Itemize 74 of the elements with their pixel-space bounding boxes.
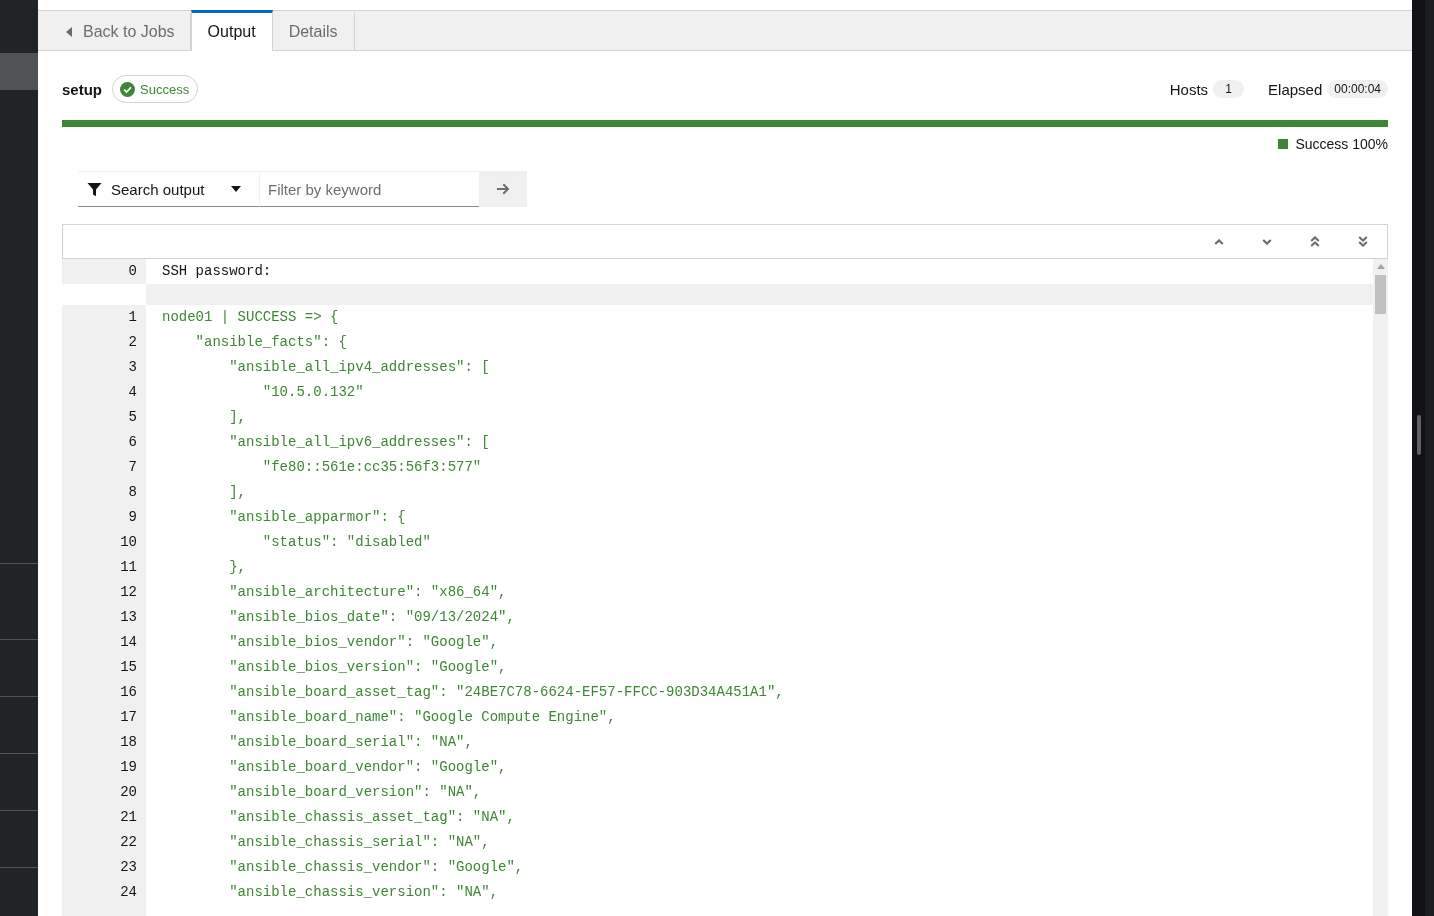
line-number: 13 — [62, 605, 146, 630]
line-number: 15 — [62, 655, 146, 680]
line-number: 0 — [62, 259, 146, 284]
line-number: 19 — [62, 755, 146, 780]
output-line: ], — [228, 408, 247, 427]
output-line: "ansible_chassis_vendor": "Google", — [228, 858, 525, 877]
line-number: 21 — [62, 805, 146, 830]
output-line: "ansible_board_serial": "NA", — [228, 733, 474, 752]
line-number: 4 — [62, 380, 146, 405]
stat-label: Hosts — [1169, 80, 1209, 98]
legend-label: Success 100% — [1295, 136, 1388, 152]
output-line: "ansible_board_name": "Google Compute Engine", — [228, 708, 617, 727]
line-number: 1 — [62, 305, 146, 330]
line-number: 2 — [62, 330, 146, 355]
caret-left-icon — [66, 27, 72, 37]
stat-value-badge: 00:00:04 — [1327, 80, 1388, 98]
window-scrollbar[interactable] — [1412, 0, 1434, 916]
job-name: setup — [62, 80, 102, 98]
output-line: "ansible_facts": { — [194, 333, 348, 352]
line-number: 18 — [62, 730, 146, 755]
tab[interactable]: Output — [190, 10, 273, 51]
output-line: ], — [228, 483, 247, 502]
chevron-up-icon — [1214, 238, 1224, 245]
output-line: "10.5.0.132" — [261, 383, 365, 402]
output-line: "ansible_bios_date": "09/13/2024", — [228, 608, 516, 627]
status-text: Success — [140, 81, 190, 97]
line-number: 23 — [62, 855, 146, 880]
scrollbar-thumb[interactable] — [1375, 275, 1386, 314]
output-line: "ansible_apparmor": { — [228, 508, 407, 527]
line-number: 10 — [62, 530, 146, 555]
line-number: 9 — [62, 505, 146, 530]
output-line: "ansible_architecture": "x86_64", — [228, 583, 508, 602]
line-number: 7 — [62, 455, 146, 480]
line-number: 14 — [62, 630, 146, 655]
line-number: 3 — [62, 355, 146, 380]
line-number: 8 — [62, 480, 146, 505]
keyword-input[interactable]: Filter by keyword — [259, 171, 479, 207]
output-line: "ansible_all_ipv6_addresses": [ — [228, 433, 491, 452]
line-number: 22 — [62, 830, 146, 855]
line-number: 20 — [62, 780, 146, 805]
output-line: SSH password: — [161, 262, 273, 281]
output-line: "ansible_all_ipv4_addresses": [ — [228, 358, 491, 377]
double-chevron-down-icon — [1358, 236, 1368, 247]
caret-down-icon — [231, 186, 241, 192]
line-number: 17 — [62, 705, 146, 730]
output-line: "ansible_bios_vendor": "Google", — [228, 633, 500, 652]
output-line: "status": "disabled" — [261, 533, 432, 552]
filter-icon — [87, 181, 102, 197]
output-line: "ansible_bios_version": "Google", — [228, 658, 508, 677]
arrow-right-icon — [496, 183, 510, 195]
output-line: "ansible_chassis_asset_tag": "NA", — [228, 808, 516, 827]
output-line: "fe80::561e:cc35:56f3:577" — [261, 458, 483, 477]
output-line: }, — [228, 558, 247, 577]
output-line: "ansible_chassis_serial": "NA", — [228, 833, 491, 852]
output-scrollbar[interactable] — [1373, 259, 1388, 916]
chevron-down-icon — [1262, 238, 1272, 245]
line-number: 11 — [62, 555, 146, 580]
double-chevron-up-icon — [1310, 236, 1320, 247]
search-submit-button[interactable] — [479, 171, 527, 207]
line-number: 6 — [62, 430, 146, 455]
stat-label: Elapsed — [1268, 80, 1323, 98]
line-number: 24 — [62, 880, 146, 905]
output-line: node01 | SUCCESS => { — [161, 308, 340, 327]
output-line: "ansible_board_asset_tag": "24BE7C78-6624-EF57-FFCC-903D34A451A1", — [228, 683, 785, 702]
line-number: 5 — [62, 405, 146, 430]
scroll-up-arrow-icon[interactable] — [1376, 264, 1385, 269]
output-line: "ansible_board_version": "NA", — [228, 783, 483, 802]
output-line: "ansible_board_vendor": "Google", — [228, 758, 508, 777]
stat-value-badge: 1 — [1213, 80, 1245, 98]
check-circle-icon — [120, 81, 135, 97]
output-line: "ansible_chassis_version": "NA", — [228, 883, 500, 902]
line-number: 12 — [62, 580, 146, 605]
search-type-dropdown[interactable]: Search output — [78, 171, 259, 207]
line-number: 16 — [62, 680, 146, 705]
